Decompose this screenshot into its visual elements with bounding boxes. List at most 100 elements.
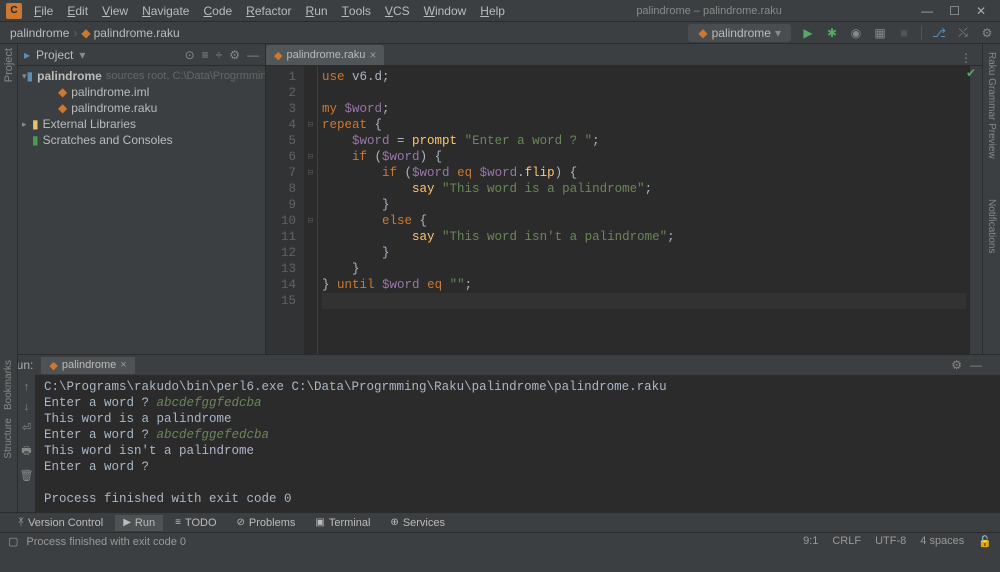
code-line[interactable]: say "This word isn't a palindrome"; xyxy=(322,229,966,245)
menu-vcs[interactable]: VCS xyxy=(379,2,416,20)
run-button[interactable]: ▶ xyxy=(801,26,815,40)
todo-button[interactable]: ≡TODO xyxy=(167,515,224,531)
run-config-selector[interactable]: ◆ palindrome ▾ xyxy=(688,24,791,42)
console-line: Enter a word ? abcdefggefedcba xyxy=(44,427,992,443)
code-line[interactable]: } xyxy=(322,245,966,261)
structure-button[interactable]: Structure xyxy=(3,418,14,459)
menu-bar: FileEditViewNavigateCodeRefactorRunTools… xyxy=(28,2,511,20)
console-line xyxy=(44,475,992,491)
code-line[interactable]: } until $word eq ""; xyxy=(322,277,966,293)
file-encoding[interactable]: UTF-8 xyxy=(875,535,906,548)
console-line: Enter a word ? xyxy=(44,459,992,475)
tree-root[interactable]: ▾▮ palindromesources root, C:\Data\Progr… xyxy=(18,68,265,84)
run-console[interactable]: C:\Programs\rakudo\bin\perl6.exe C:\Data… xyxy=(36,375,1000,512)
menu-code[interactable]: Code xyxy=(197,2,238,20)
tree-file-raku[interactable]: ◆palindrome.raku xyxy=(18,100,265,116)
title-bar: C FileEditViewNavigateCodeRefactorRunToo… xyxy=(0,0,1000,22)
code-editor[interactable]: use v6.d; my $word;repeat { $word = promp… xyxy=(318,66,970,354)
terminal-button[interactable]: ▣Terminal xyxy=(307,515,378,531)
code-line[interactable]: } xyxy=(322,197,966,213)
services-button[interactable]: ⊕Services xyxy=(382,515,453,531)
status-message: Process finished with exit code 0 xyxy=(26,536,186,548)
trash-icon[interactable]: 🗑 xyxy=(20,469,34,482)
vcs-button[interactable]: ⎇ xyxy=(932,26,946,40)
code-line[interactable]: if ($word eq $word.flip) { xyxy=(322,165,966,181)
run-actions-right: ↑ ↓ ⏎ 🖶 🗑 xyxy=(18,375,36,512)
code-line[interactable]: say "This word is a palindrome"; xyxy=(322,181,966,197)
debug-button[interactable]: ✱ xyxy=(825,26,839,40)
editor-scroll-map[interactable] xyxy=(970,66,982,354)
menu-run[interactable]: Run xyxy=(300,2,334,20)
settings-icon[interactable]: ⚙ xyxy=(980,26,994,40)
menu-refactor[interactable]: Refactor xyxy=(240,2,297,20)
problems-button[interactable]: ⊘Problems xyxy=(229,515,304,531)
run-settings-icon[interactable]: ⚙ xyxy=(951,358,962,372)
tree-scratches[interactable]: ▮ Scratches and Consoles xyxy=(18,132,265,148)
up-icon[interactable]: ↑ xyxy=(24,381,30,393)
status-tray-icon[interactable]: ▢ xyxy=(8,535,18,548)
run-tool-window: Run: ◆ palindrome × ⚙ — ▶ 🔧 ■ ↑ ↓ ⏎ 🖶 🗑 … xyxy=(0,354,1000,512)
expand-all-icon[interactable]: ≡ xyxy=(202,48,209,62)
breadcrumb-file[interactable]: ◆palindrome.raku xyxy=(77,25,183,41)
coverage-button[interactable]: ◉ xyxy=(849,26,863,40)
print-icon[interactable]: 🖶 xyxy=(21,442,31,461)
editor-tab-menu[interactable]: ⋮ xyxy=(950,51,982,65)
left-edge-strip: Bookmarks Structure xyxy=(0,352,18,512)
console-line: This word isn't a palindrome xyxy=(44,443,992,459)
menu-tools[interactable]: Tools xyxy=(336,2,377,20)
editor-tab[interactable]: ◆ palindrome.raku × xyxy=(266,45,384,65)
grammar-preview-button[interactable]: Raku Grammar Preview xyxy=(986,52,997,159)
maximize-button[interactable]: ☐ xyxy=(949,4,960,18)
menu-view[interactable]: View xyxy=(96,2,134,20)
gear-icon[interactable]: ⚙ xyxy=(229,48,240,62)
code-line[interactable]: use v6.d; xyxy=(322,69,966,85)
code-line[interactable]: repeat { xyxy=(322,117,966,133)
wrap-icon[interactable]: ⏎ xyxy=(22,421,31,434)
readonly-icon[interactable]: 🔓 xyxy=(978,535,992,548)
window-controls: — ☐ ✕ xyxy=(907,4,1000,18)
down-icon[interactable]: ↓ xyxy=(24,401,30,413)
run-tool-button[interactable]: ▶Run xyxy=(115,515,163,531)
close-run-tab-icon[interactable]: × xyxy=(120,359,126,371)
stop-button[interactable]: ■ xyxy=(897,26,911,40)
hide-icon[interactable]: — xyxy=(247,48,259,62)
tree-file-iml[interactable]: ◆palindrome.iml xyxy=(18,84,265,100)
tree-external-libs[interactable]: ▸▮ External Libraries xyxy=(18,116,265,132)
project-panel: ▸ Project ▾ ⊙ ≡ ÷ ⚙ — ▾▮ palindromesourc… xyxy=(18,44,266,354)
version-control-button[interactable]: ᛡVersion Control xyxy=(10,515,111,531)
breadcrumb-root[interactable]: palindrome xyxy=(6,25,73,41)
code-line[interactable]: else { xyxy=(322,213,966,229)
notifications-button[interactable]: Notifications xyxy=(986,199,997,253)
menu-edit[interactable]: Edit xyxy=(61,2,94,20)
run-hide-icon[interactable]: — xyxy=(970,358,982,372)
collapse-all-icon[interactable]: ÷ xyxy=(216,48,223,62)
profile-button[interactable]: ▦ xyxy=(873,26,887,40)
search-button[interactable]: ⤯ xyxy=(956,26,970,40)
project-tool-button[interactable]: Project xyxy=(3,48,15,82)
bookmarks-button[interactable]: Bookmarks xyxy=(3,360,14,410)
console-line: Enter a word ? abcdefggfedcba xyxy=(44,395,992,411)
minimize-button[interactable]: — xyxy=(921,4,933,18)
menu-help[interactable]: Help xyxy=(474,2,511,20)
code-line[interactable]: } xyxy=(322,261,966,277)
select-opened-icon[interactable]: ⊙ xyxy=(185,48,195,62)
console-line: Process finished with exit code 0 xyxy=(44,491,992,507)
code-line[interactable] xyxy=(322,293,966,309)
menu-window[interactable]: Window xyxy=(418,2,473,20)
line-number-gutter: 123456789101112131415 xyxy=(266,66,304,354)
code-line[interactable]: $word = prompt "Enter a word ? "; xyxy=(322,133,966,149)
close-tab-icon[interactable]: × xyxy=(369,48,376,62)
bottom-tool-bar: ᛡVersion Control ▶Run ≡TODO ⊘Problems ▣T… xyxy=(0,512,1000,532)
close-button[interactable]: ✕ xyxy=(976,4,986,18)
caret-position[interactable]: 9:1 xyxy=(803,535,818,548)
menu-file[interactable]: File xyxy=(28,2,59,20)
run-config-tab[interactable]: ◆ palindrome × xyxy=(41,357,134,374)
menu-navigate[interactable]: Navigate xyxy=(136,2,195,20)
editor-area: ◆ palindrome.raku × ⋮ 123456789101112131… xyxy=(266,44,982,354)
code-line[interactable]: if ($word) { xyxy=(322,149,966,165)
indent-setting[interactable]: 4 spaces xyxy=(920,535,964,548)
code-line[interactable] xyxy=(322,85,966,101)
code-line[interactable]: my $word; xyxy=(322,101,966,117)
navigation-bar: palindrome › ◆palindrome.raku ◆ palindro… xyxy=(0,22,1000,44)
line-separator[interactable]: CRLF xyxy=(832,535,861,548)
